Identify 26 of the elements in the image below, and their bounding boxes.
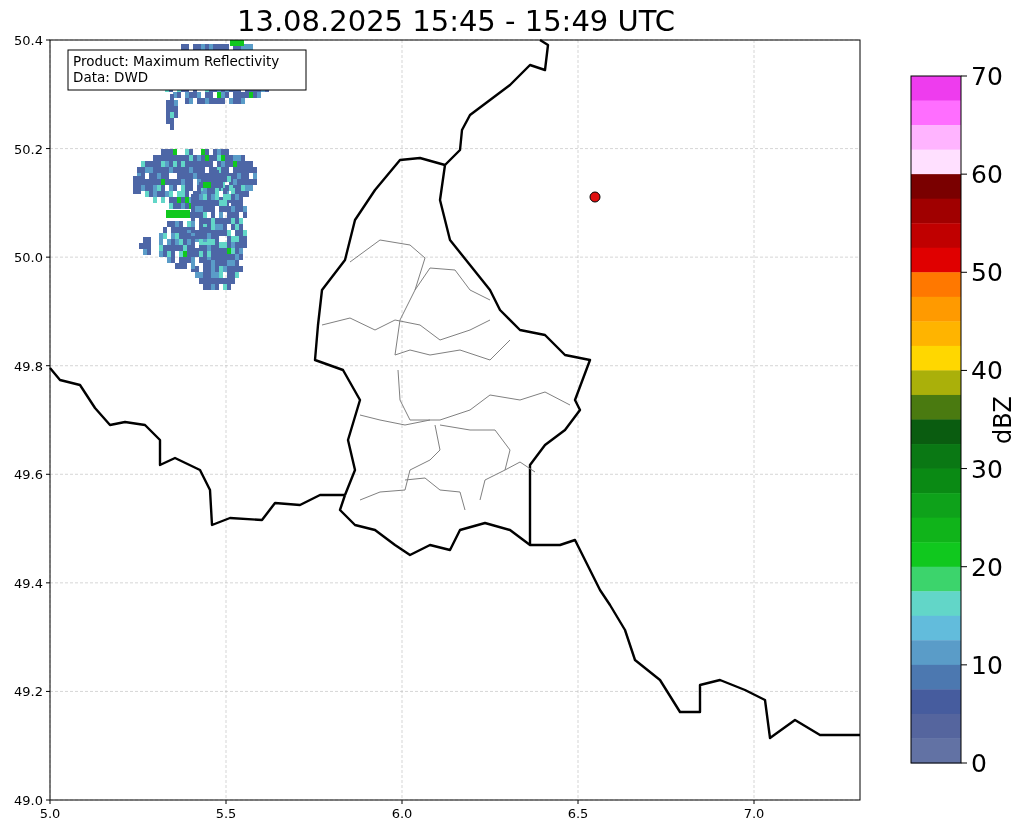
colorbar-tick-label: 60 [971,160,1003,190]
colorbar-tick-label: 40 [971,356,1003,386]
info-text: Product: Maximum Reflectivity [73,53,280,69]
axis-tick-label: 49.2 [14,684,43,700]
axis-tick-label: 49.8 [14,358,43,374]
colorbar-label: dBZ [989,395,1017,445]
axis-tick-label: 6.0 [391,806,413,821]
figure-title: 13.08.2025 15:45 - 15:49 UTC [237,4,675,38]
axis-tick-label: 5.0 [39,806,61,821]
colorbar-tick-label: 70 [971,62,1003,91]
axis-tick-label: 50.4 [14,33,43,48]
axis-tick-label: 7.0 [743,806,765,821]
axis-tick-label: 49.0 [14,793,43,808]
axis-tick-label: 49.4 [14,575,43,591]
axis-tick-label: 50.0 [14,250,43,266]
colorbar-tick-label: 30 [971,454,1003,484]
location-marker [589,191,601,203]
axis-tick-label: 5.5 [215,806,237,821]
axis-tick-label: 49.6 [14,467,43,483]
colorbar-tick-label: 20 [971,552,1003,582]
colorbar-tick-label: 50 [971,258,1003,288]
colorbar-tick-label: 0 [971,749,987,778]
info-text: Data: DWD [73,69,149,85]
axis-tick-label: 50.2 [14,141,43,157]
axis-tick-label: 6.5 [567,806,589,821]
colorbar-tick-label: 10 [971,650,1003,680]
